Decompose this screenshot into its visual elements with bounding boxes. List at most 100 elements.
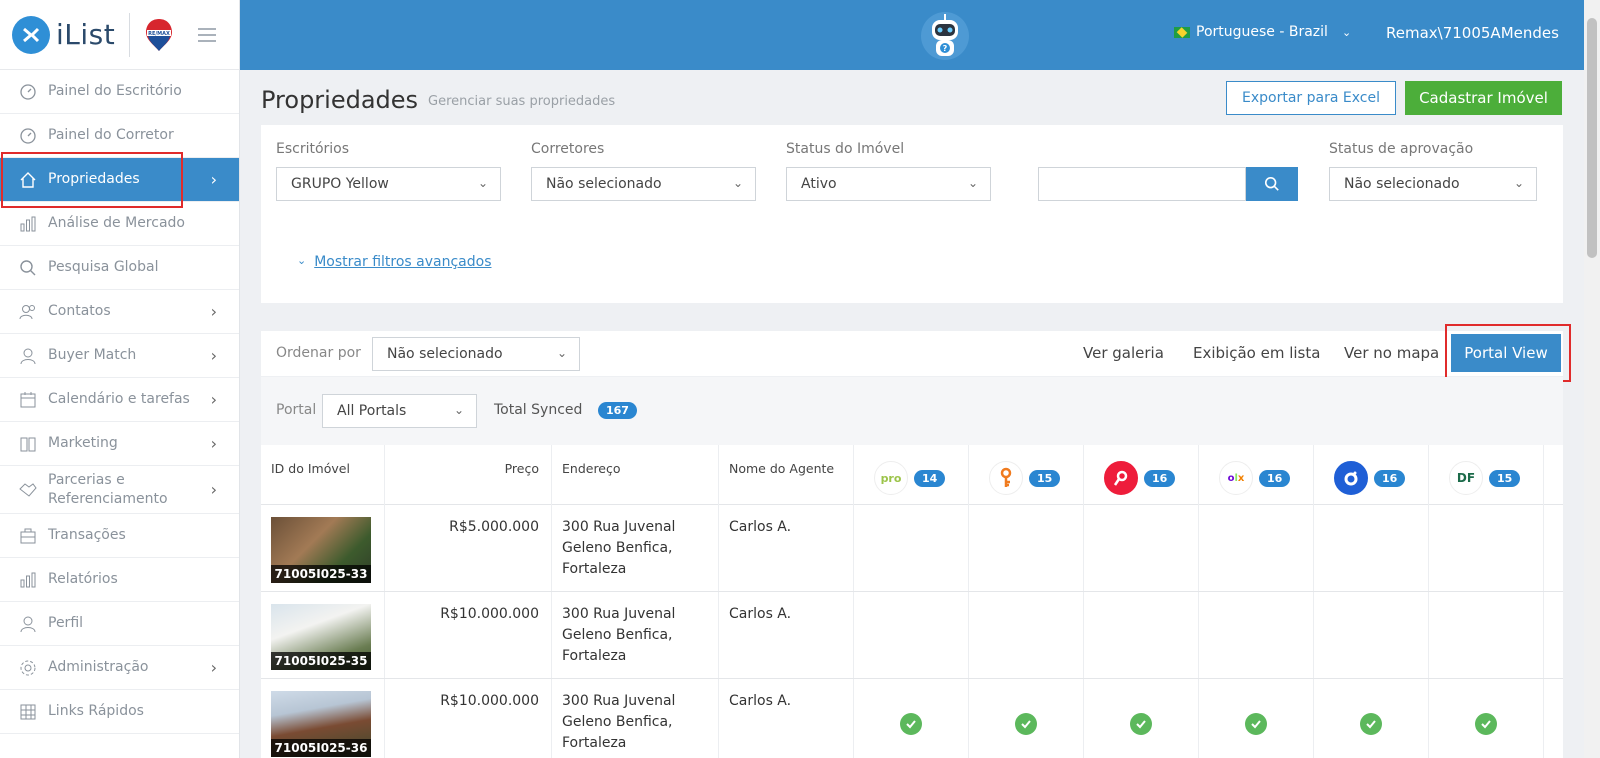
chevron-right-icon: › bbox=[210, 302, 217, 321]
cell-portal bbox=[1084, 505, 1199, 591]
portal-select[interactable]: All Portals ⌄ bbox=[322, 394, 477, 428]
sidebar-item-administracao[interactable]: Administração › bbox=[0, 646, 239, 690]
property-id: 71005I025-33 bbox=[271, 565, 371, 583]
cell-portal bbox=[1429, 505, 1544, 591]
sidebar-item-label: Análise de Mercado bbox=[48, 215, 185, 231]
col-price: Preço bbox=[385, 445, 552, 505]
menu-toggle-icon[interactable] bbox=[198, 27, 217, 42]
cell-portal bbox=[1199, 592, 1314, 678]
cell-portal bbox=[1084, 592, 1199, 678]
table-header: ID do Imóvel Preço Endereço Nome do Agen… bbox=[261, 445, 1563, 505]
synced-check-icon bbox=[1360, 713, 1382, 735]
list-view-button[interactable]: Exibição em lista bbox=[1193, 344, 1320, 362]
sidebar-item-painel-corretor[interactable]: Painel do Corretor bbox=[0, 114, 239, 158]
property-id: 71005I025-36 bbox=[271, 739, 371, 757]
robot-assistant-icon[interactable]: ? bbox=[920, 10, 970, 62]
advanced-filters-toggle[interactable]: ⌄ Mostrar filtros avançados bbox=[297, 254, 491, 270]
cell-portal bbox=[1314, 505, 1429, 591]
cell-agent: Carlos A. bbox=[719, 679, 854, 758]
portal-count-badge: 16 bbox=[1144, 469, 1176, 487]
sidebar-item-marketing[interactable]: Marketing › bbox=[0, 422, 239, 466]
dfimoveis-logo-icon: DF bbox=[1449, 461, 1483, 495]
property-thumbnail[interactable]: 71005I025-36 bbox=[271, 691, 371, 757]
register-property-button[interactable]: Cadastrar Imóvel bbox=[1405, 81, 1562, 115]
chevron-right-icon: › bbox=[210, 390, 217, 409]
svg-text:RE/MAX: RE/MAX bbox=[148, 31, 170, 37]
page-title: Propriedades bbox=[261, 86, 419, 114]
sidebar-item-analise-mercado[interactable]: Análise de Mercado bbox=[0, 202, 239, 246]
chevron-right-icon: › bbox=[210, 170, 217, 189]
col-agent-label: Nome do Agente bbox=[729, 461, 835, 476]
cell-portal bbox=[854, 679, 969, 758]
table-row[interactable]: 71005I025-36 R$10.000.000 300 Rua Juvena… bbox=[261, 679, 1563, 758]
brand-divider bbox=[129, 12, 131, 57]
sidebar-item-transacoes[interactable]: Transações bbox=[0, 514, 239, 558]
sort-label: Ordenar por bbox=[276, 345, 361, 361]
col-id: ID do Imóvel bbox=[261, 445, 385, 505]
book-icon bbox=[18, 434, 38, 454]
cell-portal bbox=[854, 505, 969, 591]
cell-portal bbox=[1199, 505, 1314, 591]
sidebar: iList RE/MAX Painel do Escritório Painel… bbox=[0, 0, 240, 758]
sidebar-item-label: Painel do Corretor bbox=[48, 127, 174, 143]
gauge-icon bbox=[18, 82, 38, 102]
brokers-select[interactable]: Não selecionado ⌄ bbox=[531, 167, 756, 201]
sidebar-item-relatorios[interactable]: Relatórios bbox=[0, 558, 239, 602]
cell-price: R$5.000.000 bbox=[385, 505, 552, 591]
language-selector[interactable]: Portuguese - Brazil ⌄ bbox=[1174, 24, 1351, 40]
sidebar-item-label: Transações bbox=[48, 527, 126, 543]
offices-select[interactable]: GRUPO Yellow ⌄ bbox=[276, 167, 501, 201]
sidebar-item-perfil[interactable]: Perfil bbox=[0, 602, 239, 646]
portal-count-badge: 16 bbox=[1374, 469, 1406, 487]
sidebar-item-painel-escritorio[interactable]: Painel do Escritório bbox=[0, 70, 239, 114]
page-scrollbar[interactable] bbox=[1584, 0, 1600, 758]
chevron-right-icon: › bbox=[210, 480, 217, 499]
sidebar-item-label: Administração bbox=[48, 659, 149, 675]
cell-portal bbox=[854, 592, 969, 678]
chevron-down-icon: ⌄ bbox=[556, 346, 567, 360]
cell-agent: Carlos A. bbox=[719, 592, 854, 678]
sidebar-item-label: Pesquisa Global bbox=[48, 259, 159, 275]
table-row[interactable]: 71005I025-33 R$5.000.000 300 Rua Juvenal… bbox=[261, 505, 1563, 592]
property-address: 300 Rua Juvenal Geleno Benfica, Fortalez… bbox=[562, 693, 676, 751]
sidebar-item-parcerias[interactable]: Parcerias e Referenciamento › bbox=[0, 466, 239, 514]
portal-count-badge: 15 bbox=[1489, 469, 1521, 487]
portal-view-button[interactable]: Portal View bbox=[1451, 334, 1561, 372]
brand-name: iList bbox=[56, 18, 116, 51]
grid-icon bbox=[18, 702, 38, 722]
table-row[interactable]: 71005I025-35 R$10.000.000 300 Rua Juvena… bbox=[261, 592, 1563, 679]
scrollbar-thumb[interactable] bbox=[1587, 18, 1597, 258]
sidebar-item-contatos[interactable]: Contatos › bbox=[0, 290, 239, 334]
offices-value: GRUPO Yellow bbox=[291, 176, 389, 192]
cell-id: 71005I025-33 bbox=[261, 505, 385, 591]
sidebar-item-buyer-match[interactable]: Buyer Match › bbox=[0, 334, 239, 378]
search-input[interactable] bbox=[1038, 167, 1246, 201]
cell-price: R$10.000.000 bbox=[385, 592, 552, 678]
map-view-button[interactable]: Ver no mapa bbox=[1344, 344, 1439, 362]
search-button[interactable] bbox=[1246, 167, 1298, 201]
approval-status-select[interactable]: Não selecionado ⌄ bbox=[1329, 167, 1537, 201]
view-toolbar: Ordenar por Não selecionado ⌄ Ver galeri… bbox=[261, 331, 1563, 376]
ilist-logo-icon[interactable] bbox=[12, 15, 50, 54]
sidebar-item-pesquisa-global[interactable]: Pesquisa Global bbox=[0, 246, 239, 290]
gallery-view-button[interactable]: Ver galeria bbox=[1083, 344, 1164, 362]
approval-status-label: Status de aprovação bbox=[1329, 141, 1474, 157]
sidebar-item-links-rapidos[interactable]: Links Rápidos bbox=[0, 690, 239, 734]
synced-check-icon bbox=[1015, 713, 1037, 735]
key-logo-icon bbox=[989, 461, 1023, 495]
sort-select[interactable]: Não selecionado ⌄ bbox=[372, 337, 580, 371]
property-status-select[interactable]: Ativo ⌄ bbox=[786, 167, 991, 201]
property-thumbnail[interactable]: 71005I025-33 bbox=[271, 517, 371, 583]
brand-bar: iList RE/MAX bbox=[0, 0, 239, 70]
sidebar-item-calendario[interactable]: Calendário e tarefas › bbox=[0, 378, 239, 422]
cell-address: 300 Rua Juvenal Geleno Benfica, Fortalez… bbox=[552, 679, 719, 758]
cell-portal bbox=[1429, 592, 1544, 678]
cell-portal bbox=[1314, 592, 1429, 678]
sidebar-item-label: Parcerias e Referenciamento bbox=[48, 471, 168, 507]
export-excel-button[interactable]: Exportar para Excel bbox=[1226, 81, 1396, 115]
sidebar-item-propriedades[interactable]: Propriedades › bbox=[0, 158, 239, 202]
svg-text:?: ? bbox=[943, 44, 948, 53]
user-account-label[interactable]: Remax\71005AMendes bbox=[1386, 24, 1559, 42]
property-thumbnail[interactable]: 71005I025-35 bbox=[271, 604, 371, 670]
canalpro-logo-icon: pro bbox=[874, 461, 908, 495]
